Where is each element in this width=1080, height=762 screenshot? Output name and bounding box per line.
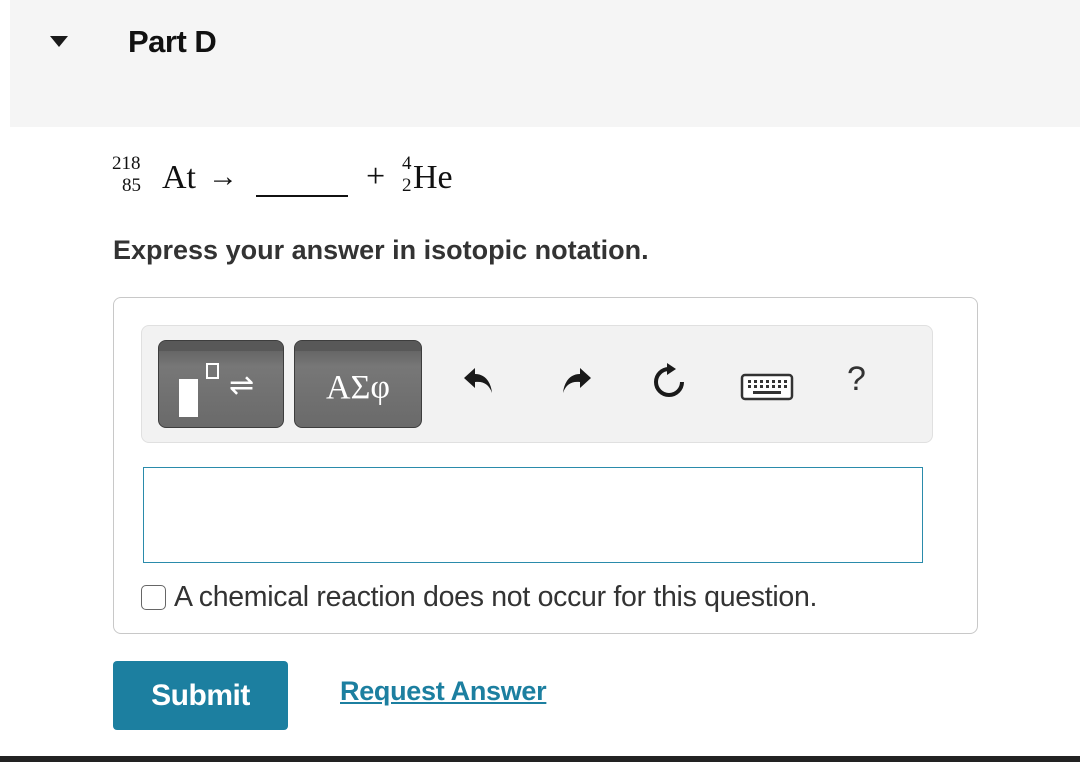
- templates-button[interactable]: ⇌: [158, 340, 284, 428]
- product-symbol: He: [413, 159, 453, 196]
- reactant-mass-number: 218: [112, 153, 141, 174]
- part-title: Part D: [128, 24, 217, 59]
- greek-letters-button[interactable]: ΑΣφ: [294, 340, 422, 428]
- no-reaction-label[interactable]: A chemical reaction does not occur for t…: [174, 581, 817, 614]
- product-mass-number: 4: [402, 153, 412, 174]
- math-toolbar: ⇌ ΑΣφ ?: [141, 325, 933, 443]
- template-superscript-icon: [206, 363, 219, 379]
- undo-icon[interactable]: [460, 362, 498, 400]
- part-header[interactable]: Part D: [10, 0, 1080, 127]
- instruction-text: Express your answer in isotopic notation…: [113, 235, 649, 265]
- reset-icon[interactable]: [649, 362, 689, 402]
- reactant-atomic-number: 85: [122, 175, 141, 196]
- equilibrium-arrows-icon: ⇌: [229, 368, 255, 403]
- help-button[interactable]: ?: [847, 362, 866, 396]
- no-reaction-checkbox[interactable]: [141, 585, 166, 610]
- submit-button[interactable]: Submit: [113, 661, 288, 730]
- template-box-icon: [179, 379, 198, 417]
- plus-sign: +: [366, 158, 386, 195]
- answer-input[interactable]: [143, 467, 923, 563]
- redo-icon[interactable]: [557, 362, 595, 400]
- bottom-divider: [0, 756, 1080, 762]
- reactant-symbol: At: [162, 159, 196, 196]
- no-reaction-option[interactable]: A chemical reaction does not occur for t…: [141, 581, 817, 614]
- reaction-arrow: →: [208, 160, 238, 193]
- missing-product-blank: [256, 195, 348, 197]
- product-atomic-number: 2: [402, 175, 412, 196]
- greek-letters-label: ΑΣφ: [326, 369, 390, 406]
- keyboard-icon[interactable]: [740, 372, 794, 402]
- collapse-caret-icon[interactable]: [50, 36, 68, 47]
- request-answer-link[interactable]: Request Answer: [340, 676, 547, 707]
- answer-panel: ⇌ ΑΣφ ? A chemical reaction does not occ…: [113, 297, 978, 634]
